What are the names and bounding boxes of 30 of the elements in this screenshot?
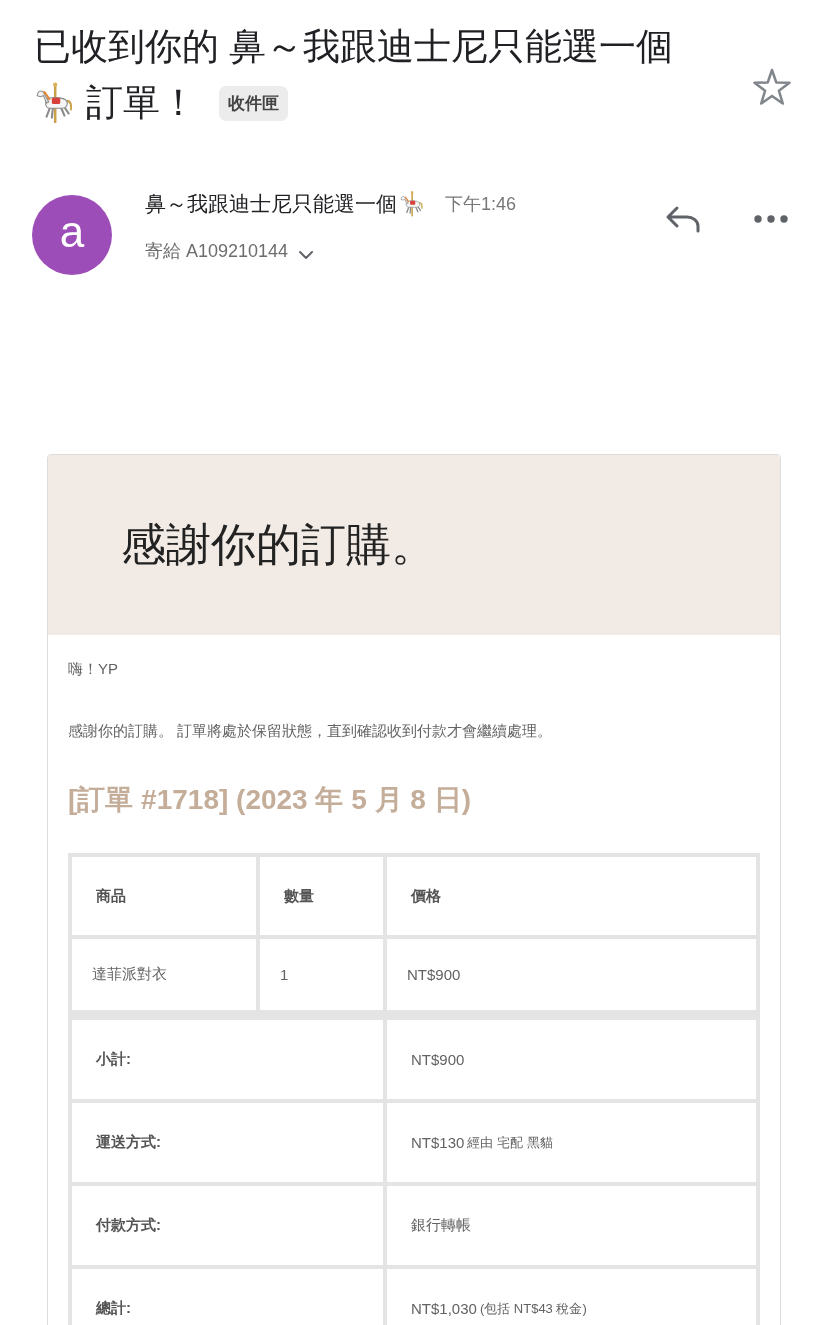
order-heading: [訂單 #1718] (2023 年 5 月 8 日)	[68, 783, 472, 817]
sent-time: 下午1:46	[445, 193, 517, 216]
banner-title: 感謝你的訂購。	[121, 518, 436, 572]
column-header: 數量	[260, 857, 383, 935]
total-label: 小計:	[72, 1020, 383, 1099]
carousel-horse-icon	[399, 191, 425, 217]
chevron-down-icon[interactable]	[298, 250, 315, 260]
total-value: 銀行轉帳	[387, 1186, 756, 1265]
reply-icon[interactable]	[665, 205, 701, 233]
intro-text: 感謝你的訂購。 訂單將處於保留狀態，直到確認收到付款才會繼續處理。	[68, 721, 553, 741]
column-header: 價格	[387, 857, 756, 935]
column-header: 商品	[72, 857, 256, 935]
table-cell: 1	[260, 939, 383, 1010]
total-label: 運送方式:	[72, 1103, 383, 1182]
email-subject: 已收到你的 鼻～我跟迪士尼只能選一個	[34, 25, 674, 69]
greeting-text: 嗨！YP	[68, 659, 118, 679]
total-value: NT$130 經由 宅配 黑貓	[387, 1103, 756, 1182]
total-label: 總計:	[72, 1269, 383, 1325]
sender-name: 鼻～我跟迪士尼只能選一個	[145, 192, 397, 216]
total-value: NT$1,030 (包括 NT$43 稅金)	[387, 1269, 756, 1325]
recipient-text: 寄給 A109210144	[145, 240, 289, 262]
star-icon[interactable]	[752, 67, 792, 107]
total-label: 付款方式:	[72, 1186, 383, 1265]
avatar: a	[32, 195, 112, 275]
total-value: NT$900	[387, 1020, 756, 1099]
table-cell: 達菲派對衣	[72, 939, 256, 1010]
table-cell: NT$900	[387, 939, 756, 1010]
email-subject: 訂單！	[86, 81, 197, 125]
inbox-label[interactable]: 收件匣	[219, 85, 288, 121]
more-icon[interactable]	[754, 215, 788, 223]
